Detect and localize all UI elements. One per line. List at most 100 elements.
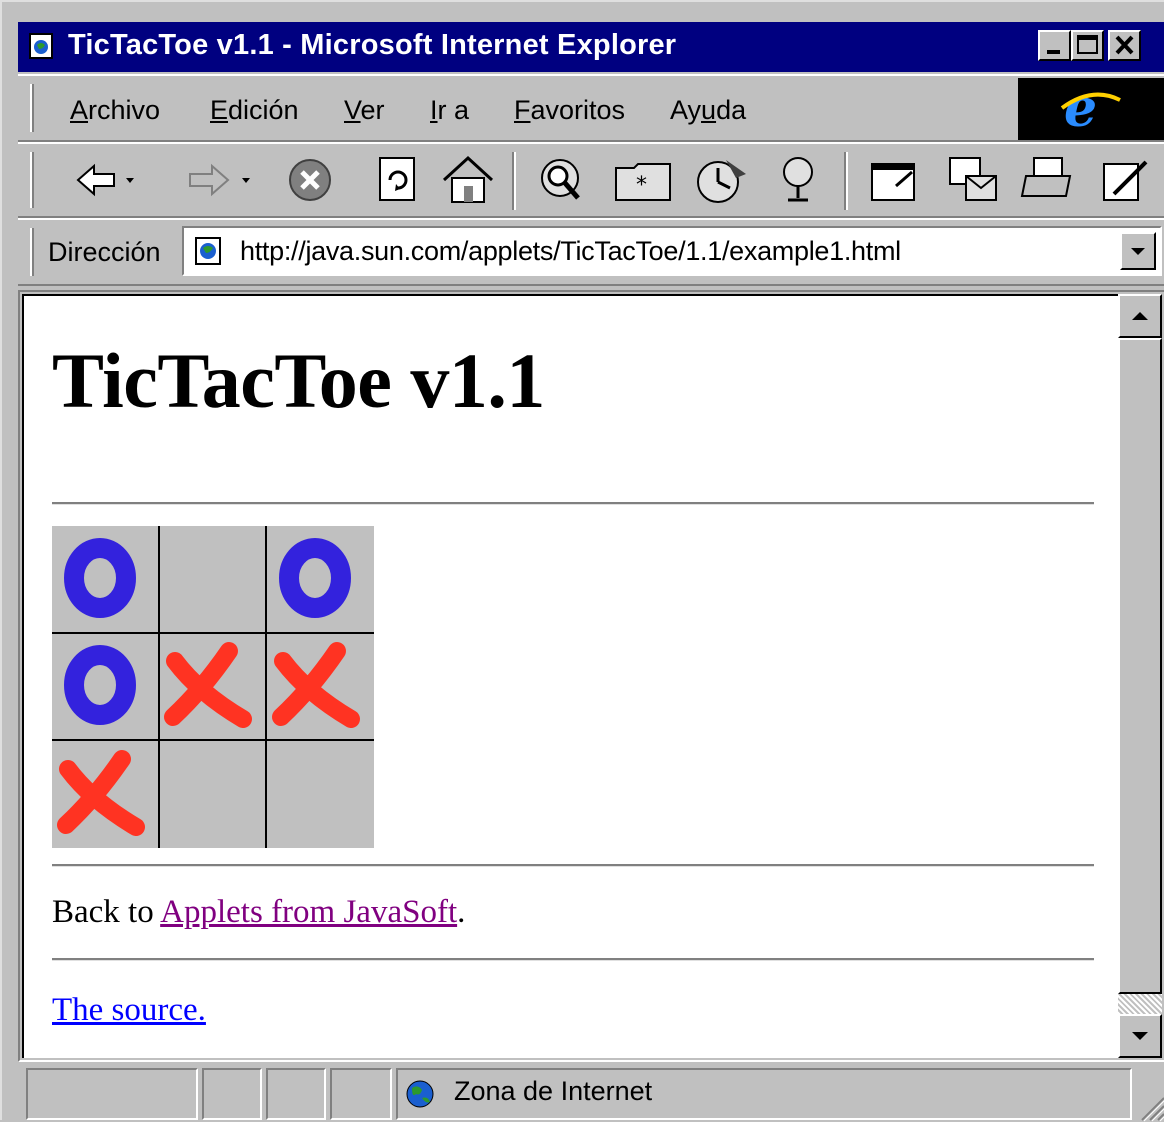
back-line: Back to Applets from JavaSoft.	[52, 894, 465, 931]
menu-archivo[interactable]: Archivo	[70, 95, 160, 126]
address-input[interactable]: http://java.sun.com/applets/TicTacToe/1.…	[182, 226, 1162, 276]
forward-arrow-icon	[189, 163, 250, 197]
forward-dropdown-icon	[242, 178, 250, 183]
menu-bar: Archivo Edición Ver Ir a Favoritos Ayuda…	[18, 74, 1164, 142]
close-button[interactable]	[1108, 30, 1141, 61]
menu-label: er	[360, 95, 385, 125]
board-cell-3-1[interactable]	[52, 741, 159, 848]
address-url: http://java.sun.com/applets/TicTacToe/1.…	[240, 236, 901, 266]
search-icon	[541, 159, 580, 200]
board-cell-3-3[interactable]	[267, 741, 374, 848]
back-button[interactable]	[70, 154, 140, 211]
close-icon	[1115, 35, 1134, 55]
refresh-button[interactable]	[370, 154, 426, 211]
vertical-scrollbar[interactable]	[1118, 294, 1162, 1058]
window-title: TicTacToe v1.1 - Microsoft Internet Expl…	[68, 29, 677, 61]
back-dropdown-icon	[126, 178, 134, 183]
status-panel	[266, 1068, 326, 1120]
resize-grip-icon[interactable]	[1136, 1092, 1164, 1122]
menu-label: dición	[228, 95, 299, 125]
menu-edicion[interactable]: Edición	[210, 95, 299, 126]
address-dropdown-button[interactable]	[1120, 232, 1156, 270]
o-mark-icon	[278, 538, 351, 618]
home-button[interactable]	[438, 154, 498, 211]
menu-label: rchivo	[88, 95, 161, 125]
horizontal-rule	[52, 958, 1094, 961]
refresh-icon	[379, 157, 415, 201]
title-bar[interactable]: TicTacToe v1.1 - Microsoft Internet Expl…	[18, 22, 1164, 72]
edit-button[interactable]	[1098, 154, 1158, 211]
board-cell-2-3[interactable]	[267, 633, 374, 740]
board-cell-2-2[interactable]	[159, 633, 266, 740]
mail-button[interactable]	[944, 154, 1004, 211]
scroll-track[interactable]	[1118, 994, 1162, 1014]
chevron-up-icon	[1132, 312, 1148, 320]
x-mark-icon	[57, 749, 145, 836]
standard-toolbar: *	[18, 142, 1164, 218]
x-mark-icon	[271, 642, 360, 729]
status-bar: Zona de Internet	[18, 1064, 1164, 1122]
page-content: TicTacToe v1.1 Back to Applets from Java…	[22, 294, 1118, 1058]
status-panel	[330, 1068, 392, 1120]
history-button[interactable]	[692, 154, 752, 211]
home-icon	[442, 155, 494, 203]
board-cell-1-1[interactable]	[52, 526, 159, 633]
print-button[interactable]	[1020, 154, 1080, 211]
favorites-icon: *	[615, 163, 671, 201]
board-cell-1-3[interactable]	[267, 526, 374, 633]
toolbar-separator	[512, 152, 516, 210]
print-icon	[1020, 157, 1072, 197]
board-cell-1-2[interactable]	[159, 526, 266, 633]
forward-button[interactable]	[178, 154, 258, 211]
x-mark-icon	[164, 642, 253, 729]
svg-text:e: e	[1064, 78, 1097, 139]
edit-icon	[1103, 160, 1148, 201]
scroll-up-button[interactable]	[1118, 294, 1162, 338]
ie-e-icon: e	[1060, 78, 1121, 139]
horizontal-rule	[52, 864, 1094, 867]
o-mark-icon	[64, 645, 136, 726]
scroll-thumb[interactable]	[1118, 338, 1162, 994]
back-arrow-icon	[76, 163, 134, 197]
board-cell-2-1[interactable]	[52, 633, 159, 740]
tictactoe-board[interactable]	[52, 526, 374, 848]
page-icon	[194, 236, 224, 271]
band-grip[interactable]	[30, 84, 34, 132]
o-mark-icon	[64, 538, 136, 618]
menu-ver[interactable]: Ver	[344, 95, 385, 126]
source-link[interactable]: The source.	[52, 992, 206, 1029]
fullscreen-button[interactable]	[866, 154, 926, 211]
ie-page-icon	[28, 32, 56, 60]
menu-favoritos[interactable]: Favoritos	[514, 95, 625, 126]
scroll-down-button[interactable]	[1118, 1014, 1162, 1058]
address-bar: Dirección http://java.sun.com/applets/Ti…	[18, 218, 1164, 286]
favorites-button[interactable]: *	[612, 154, 676, 211]
toolbar-separator	[844, 152, 848, 210]
stop-icon	[289, 159, 331, 201]
board-cell-3-2[interactable]	[159, 741, 266, 848]
menu-ayuda[interactable]: Ayuda	[670, 95, 746, 126]
menu-ir-a[interactable]: Ir a	[430, 95, 469, 126]
chevron-down-icon	[1132, 1032, 1148, 1040]
search-button[interactable]	[534, 154, 594, 211]
svg-text:*: *	[636, 173, 647, 198]
channels-button[interactable]	[770, 154, 830, 211]
fullscreen-icon	[871, 163, 915, 201]
zone-label: Zona de Internet	[454, 1076, 653, 1106]
status-panel	[202, 1068, 262, 1120]
stop-button[interactable]	[284, 154, 340, 211]
band-grip[interactable]	[30, 152, 34, 208]
horizontal-rule	[52, 502, 1094, 505]
history-icon	[697, 160, 746, 203]
maximize-button[interactable]	[1071, 30, 1104, 61]
applets-link[interactable]: Applets from JavaSoft	[160, 894, 457, 930]
back-prefix: Back to	[52, 894, 161, 930]
address-label: Dirección	[48, 237, 161, 267]
page-heading: TicTacToe v1.1	[52, 337, 545, 424]
maximize-icon	[1077, 35, 1098, 54]
mail-icon	[949, 157, 997, 201]
ie-logo: e	[1018, 78, 1164, 140]
minimize-button[interactable]	[1038, 30, 1071, 61]
menu-label: r a	[437, 95, 470, 125]
band-grip[interactable]	[30, 228, 34, 276]
